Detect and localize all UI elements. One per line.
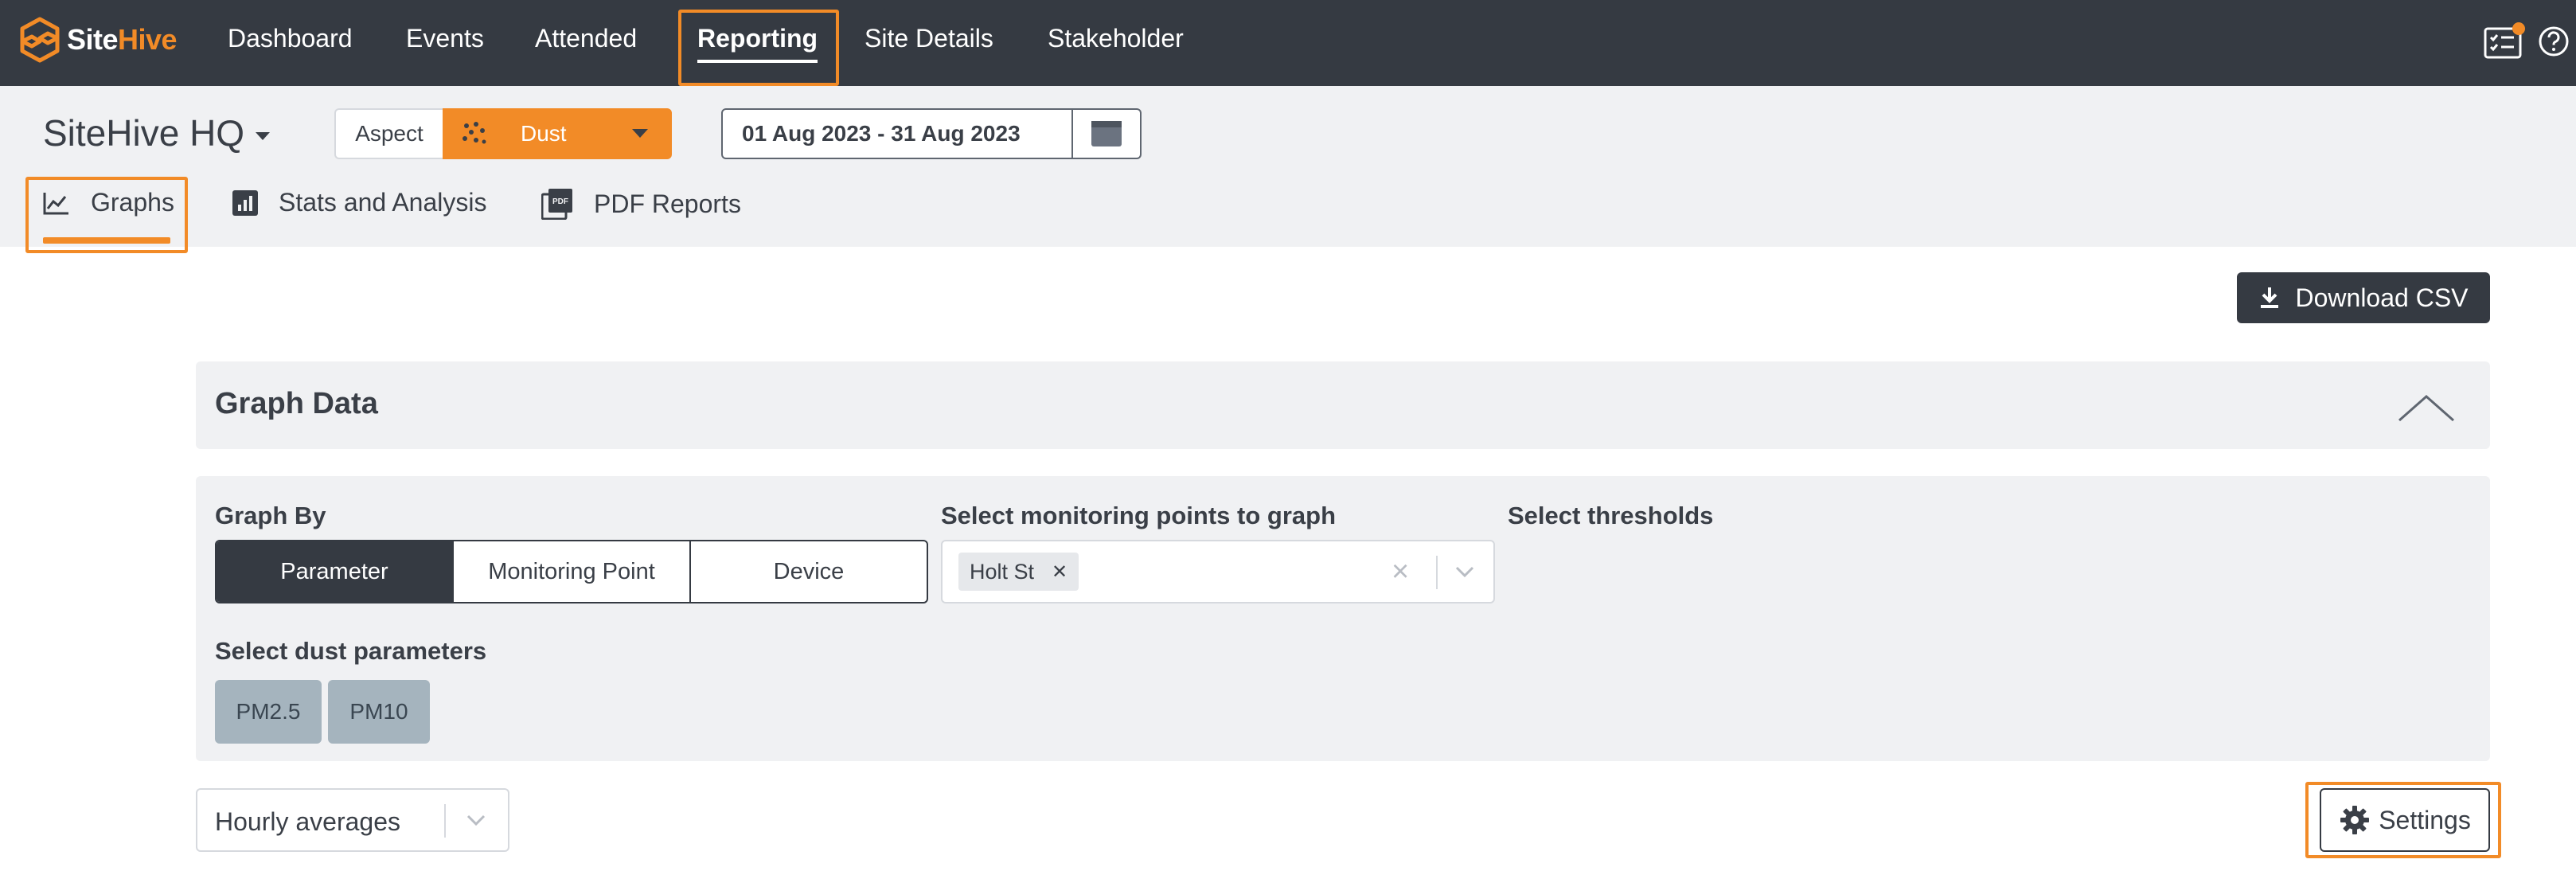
svg-text:PDF: PDF: [552, 197, 568, 206]
monitoring-point-chip: Holt St ✕: [958, 553, 1079, 591]
tab-stats-and-analysis[interactable]: Stats and Analysis: [232, 188, 486, 217]
tab-pdf-reports[interactable]: PDF PDF Reports: [541, 188, 741, 220]
bar-chart-icon: [232, 189, 258, 216]
logo-text: SiteHive: [67, 23, 178, 56]
graph-data-title: Graph Data: [215, 387, 378, 420]
thresholds-label: Select thresholds: [1508, 502, 1714, 529]
remove-chip-icon[interactable]: ✕: [1052, 560, 1067, 584]
checklist-icon[interactable]: [2484, 22, 2525, 64]
graph-by-parameter[interactable]: Parameter: [217, 541, 452, 602]
nav-site-details[interactable]: Site Details: [865, 24, 993, 53]
averaging-select[interactable]: Hourly averages: [196, 788, 509, 852]
graph-by-toggle: Parameter Monitoring Point Device: [215, 540, 928, 603]
aspect-label: Aspect: [334, 108, 443, 159]
clear-icon[interactable]: ×: [1391, 556, 1409, 588]
param-pm25-button[interactable]: PM2.5: [215, 680, 322, 744]
dust-parameters-label: Select dust parameters: [215, 637, 487, 665]
download-icon: [2260, 287, 2278, 308]
download-csv-label: Download CSV: [2295, 283, 2469, 312]
tab-stats-label: Stats and Analysis: [279, 188, 487, 217]
aspect-selector: Aspect Dust: [334, 108, 672, 159]
aspect-value: Dust: [521, 121, 567, 146]
aspect-dropdown[interactable]: Dust: [443, 108, 672, 159]
averaging-value: Hourly averages: [215, 807, 400, 836]
gear-icon: [2340, 806, 2370, 834]
graph-by-device[interactable]: Device: [689, 541, 927, 602]
graphs-highlight-box: [25, 177, 188, 253]
help-icon[interactable]: [2538, 25, 2570, 61]
reporting-highlight-box: [678, 10, 839, 86]
graph-data-panel: [196, 476, 2490, 761]
sitehive-logo[interactable]: SiteHive: [16, 14, 178, 65]
nav-dashboard[interactable]: Dashboard: [228, 24, 353, 53]
graph-by-monitoring-point[interactable]: Monitoring Point: [452, 541, 689, 602]
nav-attended[interactable]: Attended: [535, 24, 637, 53]
calendar-button[interactable]: [1073, 108, 1142, 159]
nav-stakeholder[interactable]: Stakeholder: [1048, 24, 1184, 53]
date-range-field[interactable]: 01 Aug 2023 - 31 Aug 2023: [721, 108, 1073, 159]
chevron-down-icon[interactable]: [1454, 560, 1476, 587]
nav-events[interactable]: Events: [406, 24, 484, 53]
graph-data-header[interactable]: Graph Data: [196, 361, 2490, 449]
chevron-down-icon: [465, 809, 487, 835]
pdf-icon: PDF: [541, 189, 572, 220]
chevron-up-icon[interactable]: [2398, 393, 2455, 426]
settings-button[interactable]: Settings: [2320, 788, 2490, 852]
site-title: SiteHive HQ: [43, 112, 245, 154]
graph-by-label: Graph By: [215, 502, 326, 529]
monitoring-points-label: Select monitoring points to graph: [941, 502, 1336, 529]
site-selector[interactable]: SiteHive HQ: [43, 111, 271, 154]
dust-icon: [463, 122, 486, 144]
chip-label: Holt St: [970, 559, 1035, 584]
select-divider: [1436, 556, 1438, 589]
monitoring-points-select[interactable]: Holt St ✕ ×: [941, 540, 1495, 603]
param-pm10-button[interactable]: PM10: [328, 680, 430, 744]
chevron-down-icon: [632, 129, 648, 138]
select-divider: [444, 804, 446, 838]
caret-down-icon: [256, 131, 271, 140]
settings-label: Settings: [2379, 805, 2471, 834]
download-csv-button[interactable]: Download CSV: [2237, 272, 2490, 323]
logo-icon: [20, 17, 60, 63]
tab-pdf-label: PDF Reports: [594, 189, 741, 218]
calendar-icon: [1091, 121, 1122, 146]
top-nav: SiteHive Dashboard Events Attended Repor…: [0, 0, 2576, 86]
date-range-picker: 01 Aug 2023 - 31 Aug 2023: [721, 108, 1142, 159]
